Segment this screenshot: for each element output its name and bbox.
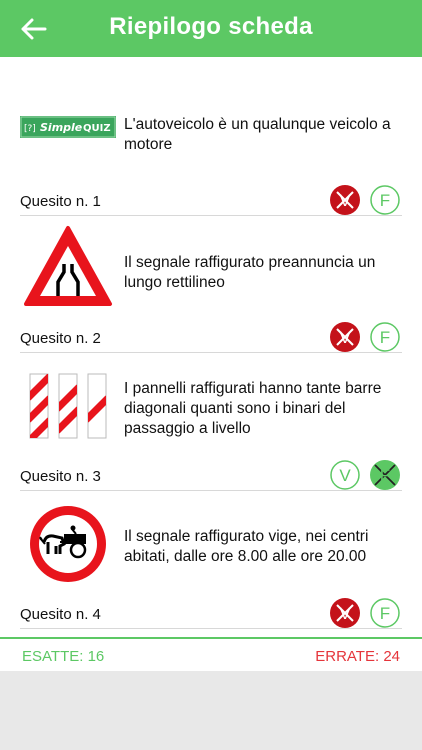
logo-badge: [?] — [24, 124, 36, 134]
question-number: Quesito n. 1 — [20, 193, 101, 210]
question-text: L'autoveicolo è un qualunque veicolo a m… — [124, 116, 391, 153]
question-row: Quesito n. 2 V F — [20, 322, 402, 353]
question-text: Il segnale raffigurato preannuncia un lu… — [124, 254, 376, 291]
answer-f-icon[interactable]: F — [370, 598, 400, 628]
logo-text-quiz: QUIZ — [83, 123, 111, 134]
quiz-summary-list[interactable]: [?] Simple QUIZ L'autoveicolo è un qualu… — [0, 57, 422, 637]
no-horse-carts-sign — [30, 506, 106, 582]
wrong-count: ERRATE: 24 — [315, 648, 400, 665]
question-row: Quesito n. 4 V F — [20, 598, 402, 629]
score-footer: ESATTE: 16 ERRATE: 24 — [0, 637, 422, 671]
svg-text:F: F — [380, 604, 390, 623]
logo-text-simple: Simple — [40, 121, 83, 134]
correct-count: ESATTE: 16 — [22, 648, 105, 665]
answer-v-icon[interactable]: V — [330, 460, 360, 490]
question-text: I pannelli raffigurati hanno tante barre… — [124, 380, 382, 437]
empty-bottom-area — [0, 671, 422, 750]
question-number: Quesito n. 4 — [20, 606, 101, 623]
question-number: Quesito n. 2 — [20, 330, 101, 347]
simplequiz-logo: [?] Simple QUIZ — [20, 116, 116, 138]
app-header: Riepilogo scheda — [0, 0, 422, 57]
question-row: Quesito n. 1 V F — [20, 185, 402, 216]
question-text: Il segnale raffigurato vige, nei centri … — [124, 528, 369, 565]
page-title: Riepilogo scheda — [109, 13, 313, 40]
question-row: Quesito n. 3 V F — [20, 460, 402, 491]
answer-f-wrong-icon[interactable]: F — [370, 460, 400, 490]
svg-text:V: V — [339, 466, 351, 485]
answer-f-icon[interactable]: F — [370, 185, 400, 215]
svg-text:F: F — [380, 191, 390, 210]
svg-text:F: F — [380, 328, 390, 347]
svg-text:F: F — [380, 466, 390, 485]
answer-v-wrong-icon[interactable]: V — [330, 598, 360, 628]
road-narrows-sign — [24, 226, 112, 306]
svg-text:V: V — [339, 604, 351, 623]
answer-f-icon[interactable]: F — [370, 322, 400, 352]
answer-v-wrong-icon[interactable]: V — [330, 322, 360, 352]
level-crossing-panels — [29, 373, 107, 439]
svg-text:V: V — [339, 328, 351, 347]
answer-v-wrong-icon[interactable]: V — [330, 185, 360, 215]
question-number: Quesito n. 3 — [20, 468, 101, 485]
svg-text:V: V — [339, 191, 351, 210]
